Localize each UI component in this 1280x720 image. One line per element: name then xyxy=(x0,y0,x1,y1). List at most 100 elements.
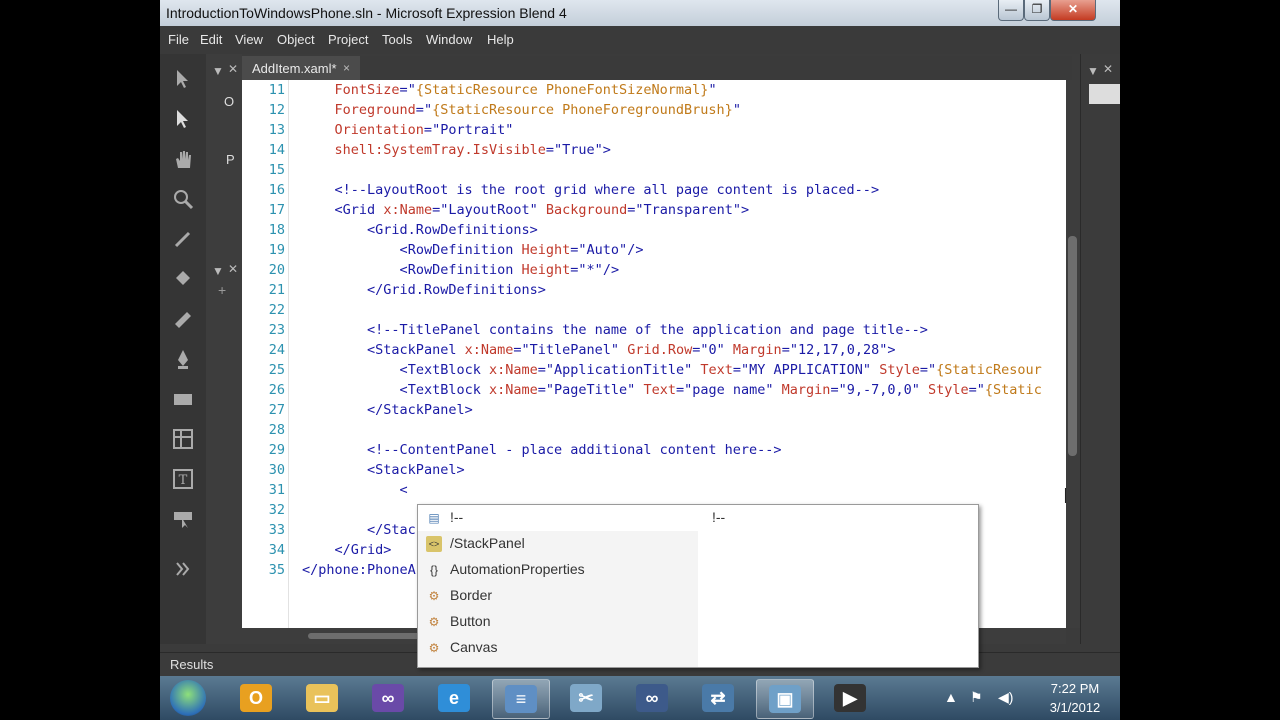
code-text: <RowDefinition Height="*"/> xyxy=(399,262,620,278)
close-tag-icon: <> xyxy=(426,536,442,552)
code-line[interactable]: 17 <Grid x:Name="LayoutRoot" Background=… xyxy=(242,200,1066,220)
code-line[interactable]: 29 <!--ContentPanel - place additional c… xyxy=(242,440,1066,460)
vs-express-icon[interactable]: ∞ xyxy=(624,679,680,717)
notepad-icon[interactable]: ≡ xyxy=(492,679,550,719)
menu-file[interactable]: File xyxy=(168,32,189,47)
menu-object[interactable]: Object xyxy=(277,32,315,47)
snipping-icon[interactable]: ✂ xyxy=(558,679,614,717)
code-text: <Grid x:Name="LayoutRoot" Background="Tr… xyxy=(334,202,750,218)
pen-tool-icon[interactable] xyxy=(168,348,198,378)
outlook-icon[interactable]: O xyxy=(228,679,284,717)
add-icon[interactable]: + xyxy=(218,282,226,298)
search-field[interactable] xyxy=(1089,84,1120,104)
action-center-flag-icon[interactable]: ⚑ xyxy=(970,689,983,706)
braces-icon: {} xyxy=(429,563,438,577)
code-text: </Grid.RowDefinitions> xyxy=(367,282,546,298)
window-title: IntroductionToWindowsPhone.sln - Microso… xyxy=(166,5,567,21)
gradient-tool-icon[interactable] xyxy=(168,308,198,338)
menu-project[interactable]: Project xyxy=(328,32,368,47)
code-line[interactable]: 15 xyxy=(242,160,1066,180)
camera-icon[interactable]: ▶ xyxy=(822,679,878,717)
direct-selection-tool-icon[interactable] xyxy=(168,108,198,138)
title-bar[interactable]: IntroductionToWindowsPhone.sln - Microso… xyxy=(160,0,1120,26)
completion-list: ▤ !-- <> /StackPanel {} AutomationProper… xyxy=(418,505,698,667)
panel-tab-letter[interactable]: P xyxy=(226,152,235,167)
code-line[interactable]: 19 <RowDefinition Height="Auto"/> xyxy=(242,240,1066,260)
menu-help[interactable]: Help xyxy=(487,32,514,47)
code-line[interactable]: 28 xyxy=(242,420,1066,440)
line-number: 31 xyxy=(268,482,285,498)
menu-window[interactable]: Window xyxy=(426,32,472,47)
panel-close-icon[interactable]: ✕ xyxy=(228,62,238,76)
clock-time[interactable]: 7:22 PM xyxy=(1040,681,1110,696)
intellisense-popup[interactable]: ▤ !-- <> /StackPanel {} AutomationProper… xyxy=(417,504,979,668)
completion-item[interactable]: ⚙ Border xyxy=(418,583,698,609)
system-tray: ▲ ⚑ ◀) 7:22 PM 3/1/2012 xyxy=(940,676,1120,720)
pin-icon[interactable]: ▼ xyxy=(212,64,224,78)
code-line[interactable]: 21 </Grid.RowDefinitions> xyxy=(242,280,1066,300)
code-line[interactable]: 24 <StackPanel x:Name="TitlePanel" Grid.… xyxy=(242,340,1066,360)
text-tool-icon[interactable]: T xyxy=(168,468,198,498)
panel-close-icon[interactable]: ✕ xyxy=(228,262,238,276)
clock-date[interactable]: 3/1/2012 xyxy=(1040,700,1110,715)
paint-bucket-tool-icon[interactable] xyxy=(168,268,198,298)
line-number: 30 xyxy=(268,462,285,478)
tools-panel: T xyxy=(160,54,207,644)
blend-icon[interactable]: ▣ xyxy=(756,679,814,719)
completion-label: AutomationProperties xyxy=(450,561,585,577)
line-number: 34 xyxy=(268,542,285,558)
controls-tool-icon[interactable] xyxy=(168,508,198,538)
menu-tools[interactable]: Tools xyxy=(382,32,412,47)
code-line[interactable]: 16 <!--LayoutRoot is the root grid where… xyxy=(242,180,1066,200)
code-line[interactable]: 31 < xyxy=(242,480,1066,500)
show-hidden-icons-icon[interactable]: ▲ xyxy=(944,689,958,705)
completion-item[interactable]: {} AutomationProperties xyxy=(418,557,698,583)
rectangle-tool-icon[interactable] xyxy=(168,388,198,418)
pin-icon[interactable]: ▼ xyxy=(212,264,224,278)
minimize-button[interactable]: — xyxy=(998,0,1024,21)
results-label: Results xyxy=(170,657,214,672)
code-line[interactable]: 13 Orientation="Portrait" xyxy=(242,120,1066,140)
assets-chevron-icon[interactable] xyxy=(168,558,198,588)
tab-additem-xaml[interactable]: AddItem.xaml* × xyxy=(242,56,360,80)
explorer-icon[interactable]: ▭ xyxy=(294,679,350,717)
scroll-thumb[interactable] xyxy=(1068,236,1077,456)
pan-tool-icon[interactable] xyxy=(168,148,198,178)
menu-view[interactable]: View xyxy=(235,32,263,47)
code-line[interactable]: 27 </StackPanel> xyxy=(242,400,1066,420)
panel-tab-letter[interactable]: O xyxy=(224,94,234,109)
completion-item[interactable]: ⚙ Canvas xyxy=(418,635,698,661)
menu-edit[interactable]: Edit xyxy=(200,32,222,47)
selection-tool-icon[interactable] xyxy=(168,68,198,98)
ie-icon[interactable]: e xyxy=(426,679,482,717)
completion-label: /StackPanel xyxy=(450,535,525,551)
completion-item[interactable]: ⚙ Button xyxy=(418,609,698,635)
pin-icon[interactable]: ▼ xyxy=(1087,64,1099,78)
line-number: 28 xyxy=(268,422,285,438)
code-line[interactable]: 20 <RowDefinition Height="*"/> xyxy=(242,260,1066,280)
code-line[interactable]: 26 <TextBlock x:Name="PageTitle" Text="p… xyxy=(242,380,1066,400)
code-line[interactable]: 14 shell:SystemTray.IsVisible="True"> xyxy=(242,140,1066,160)
editor-vertical-scrollbar[interactable] xyxy=(1066,80,1080,628)
code-line[interactable]: 22 xyxy=(242,300,1066,320)
code-line[interactable]: 25 <TextBlock x:Name="ApplicationTitle" … xyxy=(242,360,1066,380)
eyedropper-tool-icon[interactable] xyxy=(168,228,198,258)
line-number: 16 xyxy=(268,182,285,198)
code-line[interactable]: 23 <!--TitlePanel contains the name of t… xyxy=(242,320,1066,340)
completion-item[interactable]: <> /StackPanel xyxy=(418,531,698,557)
code-line[interactable]: 30 <StackPanel> xyxy=(242,460,1066,480)
volume-icon[interactable]: ◀) xyxy=(998,689,1013,706)
visual-studio-icon[interactable]: ∞ xyxy=(360,679,416,717)
grid-tool-icon[interactable] xyxy=(168,428,198,458)
panel-close-icon[interactable]: ✕ xyxy=(1103,62,1113,76)
remote-icon[interactable]: ⇄ xyxy=(690,679,746,717)
tab-close-icon[interactable]: × xyxy=(343,61,350,75)
start-button[interactable] xyxy=(170,680,206,716)
completion-item[interactable]: ▤ !-- xyxy=(418,505,698,531)
code-line[interactable]: 11 FontSize="{StaticResource PhoneFontSi… xyxy=(242,80,1066,100)
code-line[interactable]: 18 <Grid.RowDefinitions> xyxy=(242,220,1066,240)
close-button[interactable]: ✕ xyxy=(1050,0,1096,21)
zoom-tool-icon[interactable] xyxy=(168,188,198,218)
maximize-button[interactable]: ❐ xyxy=(1024,0,1050,21)
code-line[interactable]: 12 Foreground="{StaticResource PhoneFore… xyxy=(242,100,1066,120)
